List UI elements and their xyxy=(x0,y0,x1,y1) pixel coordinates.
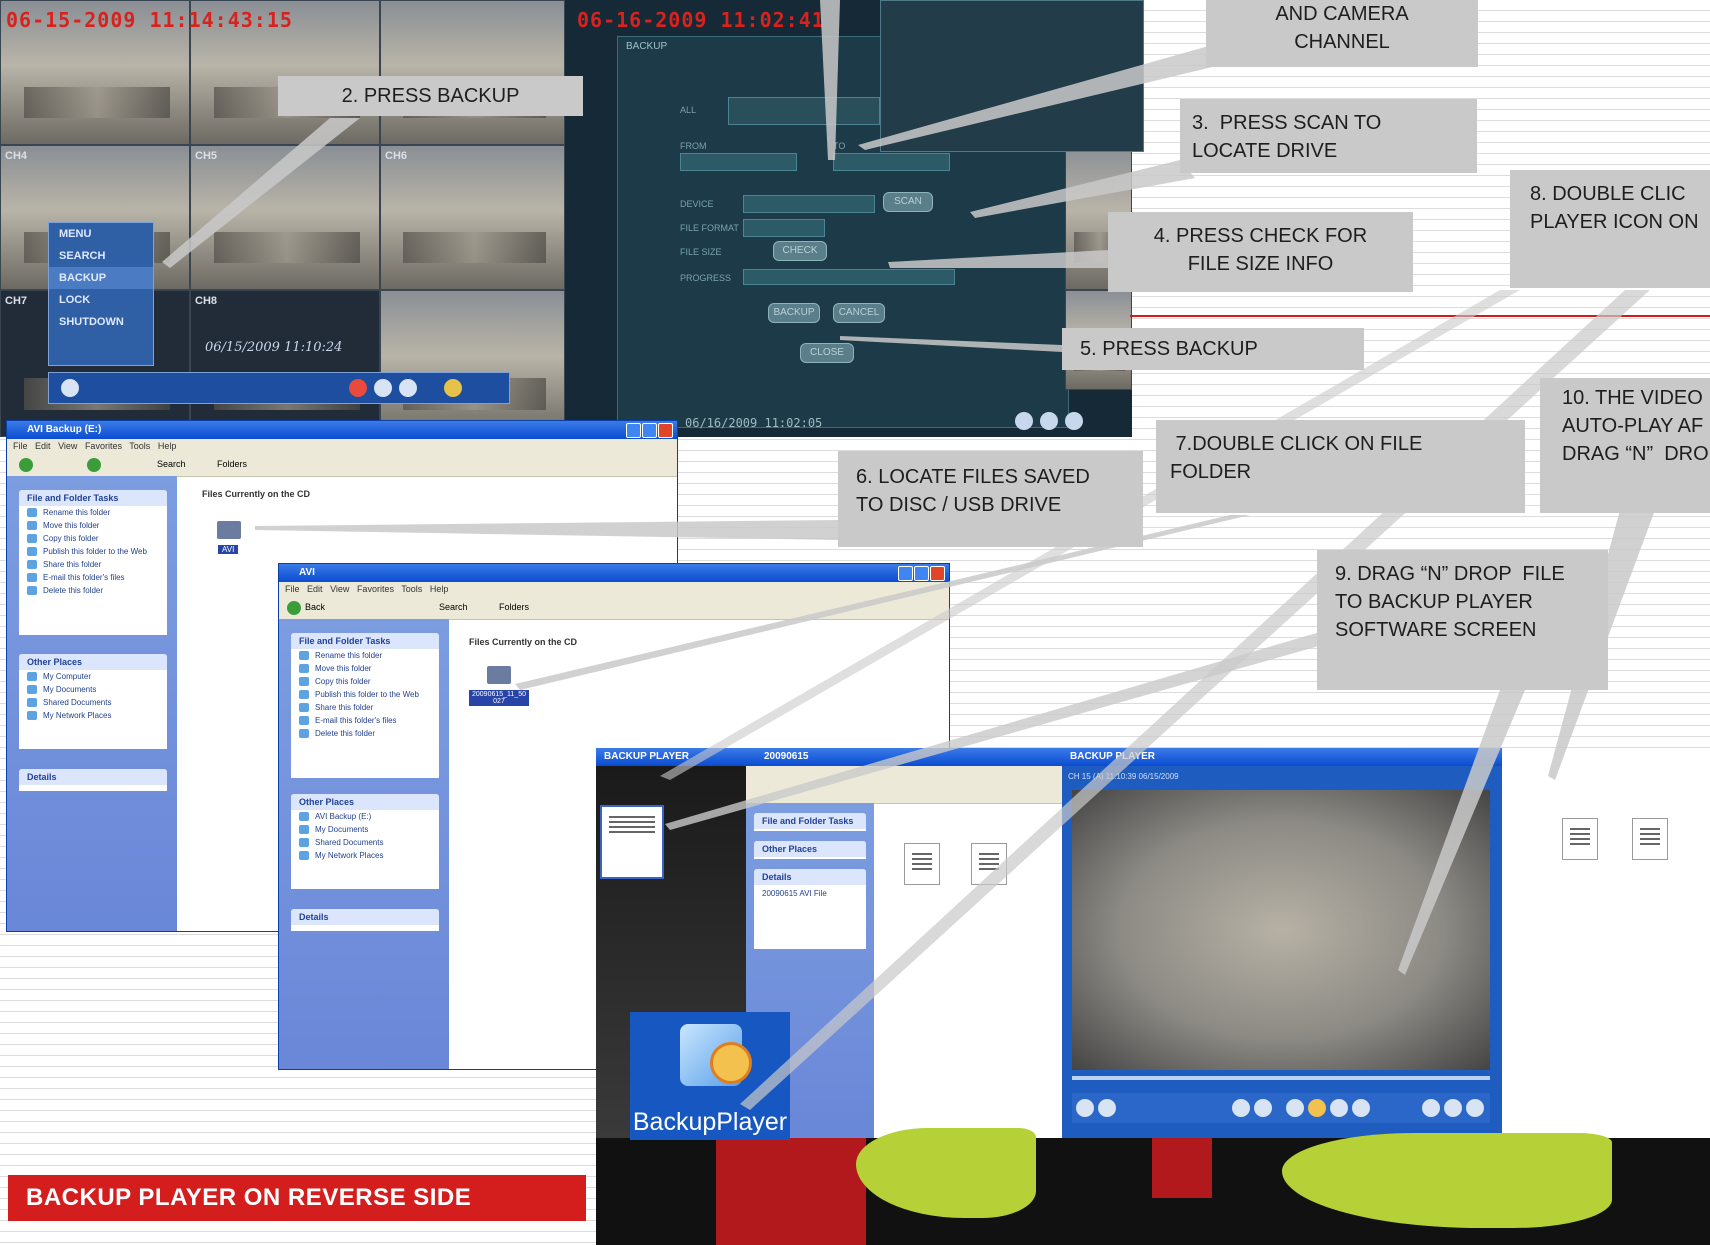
callout-line: 8. DOUBLE CLIC xyxy=(1530,183,1686,205)
callout-step-2: 2. PRESS BACKUP xyxy=(278,76,583,116)
callout-channel: AND CAMERA CHANNEL xyxy=(1206,0,1478,67)
pointer-scan xyxy=(970,160,1195,218)
callout-line: CHANNEL xyxy=(1294,31,1390,53)
callout-line: 2. PRESS BACKUP xyxy=(341,85,520,107)
callout-line: AUTO-PLAY AF xyxy=(1562,415,1704,437)
callout-line: 5. PRESS BACKUP xyxy=(1080,338,1258,360)
pointer-drag-drop xyxy=(665,632,1340,830)
pointer-channel-1 xyxy=(820,0,840,160)
callout-step-8: 8. DOUBLE CLIC PLAYER ICON ON xyxy=(1510,170,1710,288)
callout-step-9: 9. DRAG “N” DROP FILE TO BACKUP PLAYER S… xyxy=(1317,550,1608,690)
callout-step-10: 10. THE VIDEO AUTO-PLAY AF DRAG “N” DRO xyxy=(1540,378,1710,513)
reverse-side-banner: BACKUP PLAYER ON REVERSE SIDE xyxy=(8,1175,586,1221)
callout-line: TO BACKUP PLAYER xyxy=(1335,591,1533,613)
callout-line: AND CAMERA xyxy=(1275,3,1409,25)
callout-step-5: 5. PRESS BACKUP xyxy=(1062,328,1364,370)
callout-step-4: 4. PRESS CHECK FOR FILE SIZE INFO xyxy=(1108,212,1413,292)
callout-step-3: 3. PRESS SCAN TO LOCATE DRIVE xyxy=(1180,99,1477,173)
callout-line: SOFTWARE SCREEN xyxy=(1335,619,1537,641)
callout-line: LOCATE DRIVE xyxy=(1192,140,1338,162)
callout-line: 9. DRAG “N” DROP FILE xyxy=(1335,563,1565,585)
callout-line: TO DISC / USB DRIVE xyxy=(856,494,1062,516)
callout-line: FOLDER xyxy=(1170,461,1252,483)
callout-line: 7.DOUBLE CLICK ON FILE xyxy=(1170,433,1423,455)
callout-line: 6. LOCATE FILES SAVED xyxy=(856,466,1090,488)
pointer-check xyxy=(888,250,1112,268)
callout-step-7: 7.DOUBLE CLICK ON FILE FOLDER xyxy=(1156,420,1525,513)
callout-line: DRAG “N” DRO xyxy=(1562,443,1709,465)
pointer-locate xyxy=(255,520,840,540)
callout-line: 3. PRESS SCAN TO xyxy=(1192,112,1382,134)
pointer-backup-2 xyxy=(840,336,1062,352)
callout-line: PLAYER ICON ON xyxy=(1530,211,1699,233)
callout-line: FILE SIZE INFO xyxy=(1187,253,1334,275)
pointer-backup xyxy=(162,118,360,268)
pointer-software-screen xyxy=(1398,690,1525,975)
callout-step-6: 6. LOCATE FILES SAVED TO DISC / USB DRIV… xyxy=(838,451,1143,547)
callout-line: 10. THE VIDEO xyxy=(1562,387,1703,409)
callout-line: 4. PRESS CHECK FOR xyxy=(1153,225,1368,247)
